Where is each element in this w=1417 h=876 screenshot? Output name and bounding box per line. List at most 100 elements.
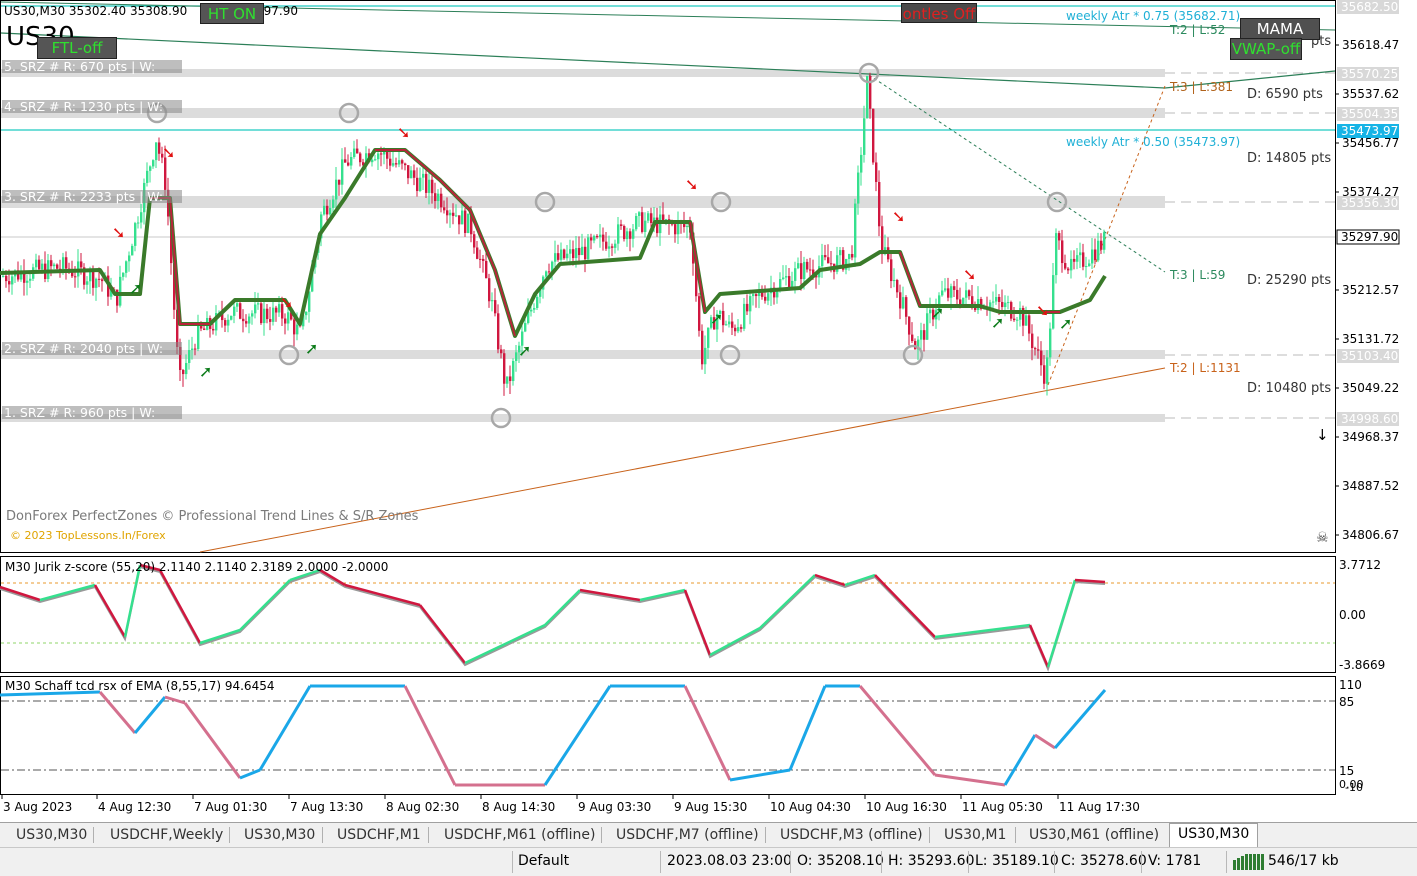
status-traffic: 546/17 kb [1268,853,1339,869]
bull-candle [188,350,191,363]
axis-box-zone1: 34998.60 [1341,412,1398,426]
zscore-axis-bot: -3.8669 [1339,658,1385,672]
bear-candle [872,108,875,163]
tab-usdchf-m3[interactable]: USDCHF,M3 (offline) [780,825,923,845]
status-high: H: 35293.60 [888,853,975,869]
bull-candle [1007,302,1010,304]
bear-candle [497,313,500,350]
fractals-toggle-button[interactable]: ontles Off [901,3,977,23]
axis-box-current: 35297.90 [1341,230,1398,244]
tab-us30-m30-1[interactable]: US30,M30 [16,825,87,845]
watermark-copyright: © 2023 TopLessons.In/Forex [10,529,166,542]
axis-box-zone5: 35570.25 [1341,67,1398,81]
bull-candle [335,179,338,200]
sell-arrow-icon: ➘ [397,123,410,142]
bull-candle [353,148,356,158]
buy-arrow-icon: ➚ [1059,314,1072,333]
schaff-panel[interactable] [0,676,1336,795]
bull-candle [263,308,266,324]
bull-candle [2,275,5,277]
tab-us30-m61[interactable]: US30,M61 (offline) [1029,825,1159,845]
bear-candle [755,294,758,297]
price-tick-label: 35131.72 [1342,332,1399,346]
bear-candle [923,330,926,340]
status-low: L: 35189.10 [975,853,1059,869]
buy-arrow-icon: ➚ [991,313,1004,332]
bear-candle [851,254,854,258]
bull-candle [197,323,200,350]
bear-candle [494,300,497,314]
bear-candle [827,257,830,264]
tab-usdchf-m61[interactable]: USDCHF,M61 (offline) [444,825,595,845]
main-chart-panel[interactable] [0,0,1336,553]
bear-candle [1100,240,1103,250]
bull-candle [593,235,596,241]
buy-arrow-icon: ➚ [931,303,944,322]
bear-candle [431,179,434,194]
bull-candle [599,234,602,238]
bear-candle [584,246,587,260]
time-tick-label: 10 Aug 16:30 [866,800,947,814]
bull-candle [254,304,257,314]
status-datetime: 2023.08.03 23:00 [667,853,792,869]
bull-candle [554,253,557,262]
distance-25290: D: 25290 pts [1247,273,1331,288]
bear-candle [947,288,950,298]
bear-candle [809,269,812,271]
bear-candle [413,170,416,178]
bull-candle [125,261,128,273]
ht-toggle-button[interactable]: HT ON [200,3,264,24]
bull-candle [944,288,947,291]
bear-candle [899,292,902,309]
time-tick-label: 11 Aug 05:30 [962,800,1043,814]
t2-top-label: T:2 | L:52 [1169,23,1225,37]
vwap-toggle-button[interactable]: VWAP-off [1230,38,1302,60]
tab-usdchf-m7[interactable]: USDCHF,M7 (offline) [616,825,759,845]
bull-candle [965,290,968,298]
bear-candle [164,157,167,190]
bear-candle [266,308,269,320]
t3-mid-label: T:3 | L:59 [1169,268,1225,282]
atr75-label: weekly Atr * 0.75 (35682.71) [1066,9,1240,23]
bull-candle [614,243,617,248]
bull-candle [902,297,905,309]
atr50-label: weekly Atr * 0.50 (35473.97) [1066,135,1240,149]
chart-window[interactable]: ➘ ➘ ➘ ➘ ➘ ➘ ➘ ➘ ➚ ➚ ➚ ➚ ➚ ➚ ➚ ➚ 5. SRZ # R: 670 pts | W… [0,0,1417,822]
time-tick-label: 7 Aug 13:30 [290,800,363,814]
bear-candle [1034,348,1037,350]
bull-candle [11,276,14,285]
bear-candle [557,253,560,260]
bull-candle [530,309,533,312]
tab-us30-m30-2[interactable]: US30,M30 [244,825,315,845]
scroll-down-icon[interactable]: ↓ [1316,426,1329,444]
bear-candle [380,153,383,155]
tab-us30-m30-active[interactable]: US30,M30 [1169,823,1259,847]
price-tick-label: 34887.52 [1342,479,1399,493]
bull-candle [1004,302,1007,308]
bear-candle [875,162,878,182]
bull-candle [251,313,254,317]
mama-toggle-button[interactable]: MAMA [1240,18,1320,40]
bear-candle [746,303,749,312]
bear-candle [389,158,392,166]
tab-us30-m1[interactable]: US30,M1 [944,825,1006,845]
bear-candle [65,257,68,269]
bear-candle [242,318,245,322]
bear-candle [488,278,491,302]
bull-candle [545,271,548,277]
bull-candle [608,246,611,249]
bull-candle [1097,240,1100,261]
tab-usdchf-weekly[interactable]: USDCHF,Weekly [110,825,223,845]
tab-usdchf-m1[interactable]: USDCHF,M1 [337,825,421,845]
bull-candle [617,224,620,244]
bull-candle [248,316,251,324]
bear-candle [1013,318,1016,321]
bull-candle [86,281,89,285]
time-tick-label: 10 Aug 04:30 [770,800,851,814]
bull-candle [581,246,584,256]
status-volume: V: 1781 [1148,853,1202,869]
ftl-toggle-button[interactable]: FTL-off [37,37,117,59]
bear-candle [500,349,503,354]
time-axis: 3 Aug 2023 4 Aug 12:30 7 Aug 01:30 7 Aug 13… [1,795,1140,814]
bull-candle [227,319,230,326]
